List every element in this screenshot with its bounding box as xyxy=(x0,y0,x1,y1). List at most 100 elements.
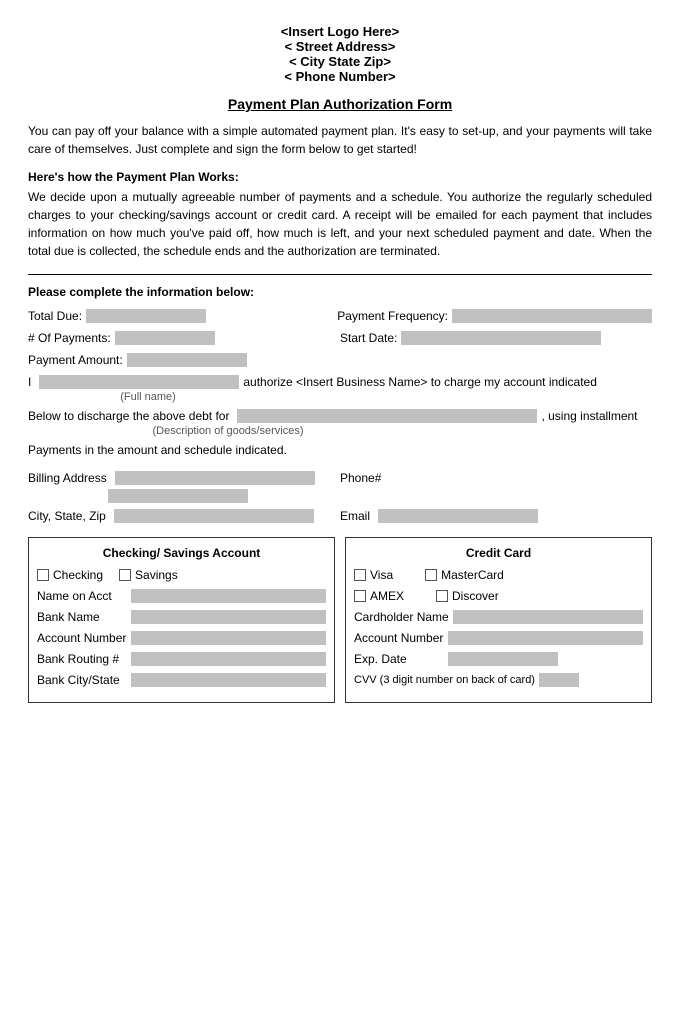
city-state-zip-input[interactable] xyxy=(114,509,314,523)
form-title: Payment Plan Authorization Form xyxy=(28,96,652,112)
total-due-label: Total Due: xyxy=(28,309,82,323)
address-text: < Street Address> xyxy=(28,39,652,54)
start-date-label: Start Date: xyxy=(340,331,397,345)
header: <Insert Logo Here> < Street Address> < C… xyxy=(28,24,652,84)
bank-city-state-input[interactable] xyxy=(131,673,326,687)
mastercard-checkbox[interactable] xyxy=(425,569,437,581)
cc-account-number-label: Account Number xyxy=(354,631,444,645)
num-payments-label: # Of Payments: xyxy=(28,331,111,345)
total-due-row: Total Due: Payment Frequency: xyxy=(28,309,652,323)
total-due-col: Total Due: xyxy=(28,309,337,323)
cvv-label: CVV (3 digit number on back of card) xyxy=(354,674,535,686)
payment-amount-input[interactable] xyxy=(127,353,247,367)
payments-text: Payments in the amount and schedule indi… xyxy=(28,443,652,457)
i-label: I xyxy=(28,375,31,389)
city-state-zip-label: City, State, Zip xyxy=(28,509,106,523)
debt-description-input[interactable] xyxy=(237,409,537,423)
start-date-input[interactable] xyxy=(401,331,601,345)
cs-account-number-input[interactable] xyxy=(131,631,326,645)
exp-date-row: Exp. Date xyxy=(354,652,643,666)
payment-frequency-input[interactable] xyxy=(452,309,652,323)
name-on-acct-label: Name on Acct xyxy=(37,589,127,603)
billing-section: Billing Address Phone# City, State, Zip … xyxy=(28,471,652,523)
credit-card-title: Credit Card xyxy=(354,546,643,560)
billing-right: Phone# xyxy=(340,471,652,485)
total-due-input[interactable] xyxy=(86,309,206,323)
visa-checkbox[interactable] xyxy=(354,569,366,581)
amex-discover-row: AMEX Discover xyxy=(354,589,643,603)
exp-date-input[interactable] xyxy=(448,652,558,666)
visa-mastercard-row: Visa MasterCard xyxy=(354,568,643,582)
logo-text: <Insert Logo Here> xyxy=(28,24,652,39)
using-installment-text: , using installment xyxy=(541,409,637,423)
num-payments-row: # Of Payments: Start Date: xyxy=(28,331,652,345)
num-payments-col: # Of Payments: xyxy=(28,331,340,345)
phone-label: Phone# xyxy=(340,471,381,485)
phone-text: < Phone Number> xyxy=(28,69,652,84)
cc-account-number-row: Account Number xyxy=(354,631,643,645)
intro-text: You can pay off your balance with a simp… xyxy=(28,122,652,158)
checking-savings-title: Checking/ Savings Account xyxy=(37,546,326,560)
amex-checkbox-item[interactable]: AMEX xyxy=(354,589,408,603)
full-name-sub-row: (Full name) xyxy=(28,391,652,403)
billing-address-input-1[interactable] xyxy=(115,471,315,485)
checking-checkbox-item[interactable]: Checking xyxy=(37,568,107,582)
credit-card-box: Credit Card Visa MasterCard AMEX xyxy=(345,537,652,703)
cvv-row: CVV (3 digit number on back of card) xyxy=(354,673,643,687)
visa-checkbox-item[interactable]: Visa xyxy=(354,568,397,582)
bank-city-state-label: Bank City/State xyxy=(37,673,127,687)
divider xyxy=(28,274,652,275)
billing-address-label: Billing Address xyxy=(28,471,107,485)
payment-frequency-label: Payment Frequency: xyxy=(337,309,448,323)
accounts-section: Checking/ Savings Account Checking Savin… xyxy=(28,537,652,703)
savings-checkbox-item[interactable]: Savings xyxy=(119,568,182,582)
debt-text: Below to discharge the above debt for xyxy=(28,409,229,423)
checking-checkbox[interactable] xyxy=(37,569,49,581)
city-state-zip-col: City, State, Zip xyxy=(28,509,340,523)
debt-row: Below to discharge the above debt for , … xyxy=(28,409,652,423)
bank-name-row: Bank Name xyxy=(37,610,326,624)
desc-sub: (Description of goods/services) xyxy=(78,425,378,437)
email-input[interactable] xyxy=(378,509,538,523)
amex-checkbox[interactable] xyxy=(354,590,366,602)
cc-account-number-input[interactable] xyxy=(448,631,643,645)
cardholder-name-row: Cardholder Name xyxy=(354,610,643,624)
savings-checkbox[interactable] xyxy=(119,569,131,581)
bank-name-label: Bank Name xyxy=(37,610,127,624)
bank-city-state-row: Bank City/State xyxy=(37,673,326,687)
cs-account-number-label: Account Number xyxy=(37,631,127,645)
discover-checkbox-item[interactable]: Discover xyxy=(436,589,503,603)
num-payments-input[interactable] xyxy=(115,331,215,345)
full-name-input[interactable] xyxy=(39,375,239,389)
start-date-col: Start Date: xyxy=(340,331,652,345)
authorize-row: I authorize <Insert Business Name> to ch… xyxy=(28,375,652,389)
mastercard-checkbox-item[interactable]: MasterCard xyxy=(425,568,508,582)
cvv-input[interactable] xyxy=(539,673,579,687)
billing-address-row: Billing Address Phone# xyxy=(28,471,652,503)
desc-sub-row: (Description of goods/services) xyxy=(28,425,652,437)
checking-label: Checking xyxy=(53,568,103,582)
mastercard-label: MasterCard xyxy=(441,568,504,582)
billing-left: Billing Address xyxy=(28,471,340,503)
bank-routing-input[interactable] xyxy=(131,652,326,666)
bank-name-input[interactable] xyxy=(131,610,326,624)
visa-label: Visa xyxy=(370,568,393,582)
discover-label: Discover xyxy=(452,589,499,603)
name-on-acct-row: Name on Acct xyxy=(37,589,326,603)
checking-savings-box: Checking/ Savings Account Checking Savin… xyxy=(28,537,335,703)
name-on-acct-input[interactable] xyxy=(131,589,326,603)
cardholder-name-input[interactable] xyxy=(453,610,643,624)
payment-amount-row: Payment Amount: xyxy=(28,353,652,367)
bank-routing-label: Bank Routing # xyxy=(37,652,127,666)
exp-date-label: Exp. Date xyxy=(354,652,444,666)
cs-account-number-row: Account Number xyxy=(37,631,326,645)
cardholder-name-label: Cardholder Name xyxy=(354,610,449,624)
complete-heading: Please complete the information below: xyxy=(28,285,652,299)
checking-savings-checkboxes: Checking Savings xyxy=(37,568,326,582)
city-state-zip-text: < City State Zip> xyxy=(28,54,652,69)
page: <Insert Logo Here> < Street Address> < C… xyxy=(0,0,680,1028)
email-label: Email xyxy=(340,509,370,523)
discover-checkbox[interactable] xyxy=(436,590,448,602)
billing-address-input-2[interactable] xyxy=(108,489,248,503)
bank-routing-row: Bank Routing # xyxy=(37,652,326,666)
